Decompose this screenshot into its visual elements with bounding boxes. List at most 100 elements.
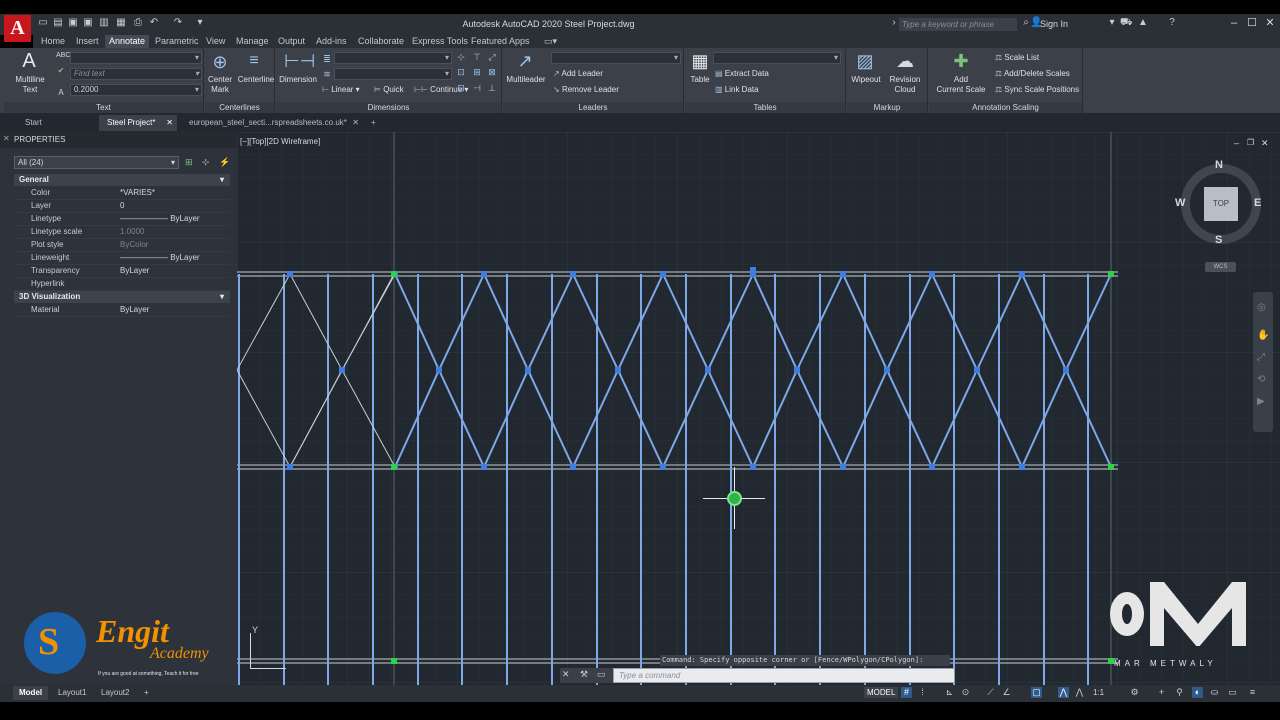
wcs-menu[interactable]: WCS	[1205, 262, 1236, 272]
centerline-icon[interactable]: ≡	[243, 52, 265, 70]
add-layout-icon[interactable]: +	[138, 686, 155, 700]
center-mark-label[interactable]: Center Mark	[205, 75, 235, 95]
compass-south[interactable]: S	[1215, 234, 1222, 246]
layout-tab-layout1[interactable]: Layout1	[52, 686, 92, 700]
multileader-style-combo[interactable]	[551, 52, 681, 64]
dim-tool-icon-6[interactable]: ⊠	[487, 67, 497, 78]
new-tab-icon[interactable]: +	[363, 115, 384, 131]
multileader-label[interactable]: Multileader	[503, 75, 549, 85]
clean-screen-icon[interactable]: ▭	[1227, 687, 1238, 698]
add-current-scale-icon[interactable]: ✚	[949, 51, 973, 72]
revision-cloud-icon[interactable]: ☁	[893, 51, 917, 72]
tab-express-tools[interactable]: Express Tools	[408, 35, 472, 48]
find-text-input[interactable]: Find text	[70, 68, 202, 80]
linear-button[interactable]: ⊢ Linear ▾	[322, 85, 360, 95]
quick-button[interactable]: ⊨ Quick	[374, 85, 404, 95]
grid-icon[interactable]: #	[901, 687, 912, 698]
sync-scale-button[interactable]: ⚖ Sync Scale Positions	[995, 85, 1079, 95]
text-style-icon[interactable]: ABC	[56, 52, 70, 59]
property-row-hyperlink[interactable]: Hyperlink	[14, 278, 230, 291]
add-current-scale-label[interactable]: Add Current Scale	[931, 75, 991, 95]
command-recent-icon[interactable]: ▭	[597, 669, 606, 680]
grip-bottom[interactable]	[1019, 464, 1025, 470]
file-tab-steel-project[interactable]: Steel Project* ✕	[99, 115, 177, 131]
wipeout-label[interactable]: Wipeout	[847, 75, 885, 85]
ortho-icon[interactable]: ⊾	[944, 687, 955, 698]
grip-bottom[interactable]	[840, 464, 846, 470]
grip-bottom[interactable]	[750, 464, 756, 470]
tab-view[interactable]: View	[202, 35, 229, 48]
multiline-text-label[interactable]: Multiline Text	[10, 75, 50, 95]
table-icon[interactable]: ▦	[689, 51, 711, 72]
polar-icon[interactable]: ⊙	[960, 687, 971, 698]
category-3d-visualization[interactable]: 3D Visualization ▾	[14, 291, 230, 303]
snap-icon[interactable]: ⁞	[917, 687, 928, 698]
grip-mid[interactable]	[794, 367, 800, 373]
property-row-layer[interactable]: Layer 0	[14, 200, 230, 213]
viewport-restore-icon[interactable]: ❐	[1247, 138, 1254, 147]
viewport-close-icon[interactable]: ✕	[1261, 138, 1269, 149]
toggle-pickadd-icon[interactable]: ⊞	[185, 157, 193, 168]
tab-annotate[interactable]: Annotate	[105, 35, 150, 48]
dim-tool-icon-9[interactable]: ⊥	[487, 83, 497, 94]
object-snap-icon[interactable]: ▢	[1031, 687, 1042, 698]
grip-top[interactable]	[840, 271, 846, 277]
showmotion-icon[interactable]: ▶	[1257, 396, 1265, 407]
panel-title-leaders[interactable]: Leaders	[503, 102, 683, 113]
property-value[interactable]: ByColor	[120, 240, 148, 249]
viewport-minimize-icon[interactable]: –	[1234, 138, 1239, 148]
revision-cloud-label[interactable]: Revision Cloud	[885, 75, 925, 95]
dimension-icon[interactable]: ⊢⊣	[284, 51, 315, 72]
dim-tool-icon-7[interactable]: ⊟	[456, 83, 466, 94]
compass-west[interactable]: W	[1175, 197, 1185, 209]
grip-mid[interactable]	[884, 367, 890, 373]
file-tab-european-steel[interactable]: european_steel_secti...rspreadsheets.co.…	[181, 115, 363, 131]
grip-bottom[interactable]	[929, 464, 935, 470]
text-style-combo[interactable]	[70, 52, 202, 64]
property-row-color[interactable]: Color *VARIES*	[14, 187, 230, 200]
wipeout-icon[interactable]: ▨	[853, 51, 877, 72]
scale-list-button[interactable]: ⚖ Scale List	[995, 53, 1039, 63]
dim-tool-icon-1[interactable]: ⊹	[456, 52, 466, 63]
grip-bottom[interactable]	[570, 464, 576, 470]
property-value[interactable]: *VARIES*	[120, 188, 155, 197]
property-value[interactable]: ByLayer	[120, 305, 149, 314]
cart-icon[interactable]: ⛟	[1120, 17, 1133, 29]
add-delete-scales-button[interactable]: ⚖ Add/Delete Scales	[995, 69, 1070, 79]
tab-add-ins[interactable]: Add-ins	[312, 35, 351, 48]
search-input[interactable]: Type a keyword or phrase	[899, 18, 1017, 31]
close-tab-icon[interactable]: ✕	[166, 115, 173, 131]
orbit-icon[interactable]: ⟲	[1257, 374, 1265, 385]
grip-mid[interactable]	[525, 367, 531, 373]
grip-mid[interactable]	[615, 367, 621, 373]
grip-endpoint[interactable]	[391, 464, 397, 470]
property-row-lineweight[interactable]: Lineweight —————— ByLayer	[14, 252, 230, 265]
annotation-visibility-icon[interactable]: ⋀	[1058, 687, 1069, 698]
grip-endpoint[interactable]	[1108, 464, 1114, 470]
panel-title-dimensions[interactable]: Dimensions	[276, 102, 501, 113]
category-general[interactable]: General ▾	[14, 174, 230, 186]
property-row-linetype-scale[interactable]: Linetype scale 1.0000	[14, 226, 230, 239]
grip-endpoint[interactable]	[391, 271, 397, 277]
link-data-button[interactable]: ▥ Link Data	[715, 85, 759, 95]
layout-tab-model[interactable]: Model	[13, 686, 49, 700]
minimize-icon[interactable]: –	[1228, 17, 1240, 29]
multileader-icon[interactable]: ↗	[513, 51, 537, 72]
viewcube-top-face[interactable]: TOP	[1204, 187, 1238, 221]
compass-east[interactable]: E	[1254, 197, 1261, 209]
check-spelling-icon[interactable]: ✔	[56, 66, 66, 75]
dim-tool-icon-8[interactable]: ⊣	[472, 83, 482, 94]
grip-bottom[interactable]	[660, 464, 666, 470]
property-row-plot-style[interactable]: Plot style ByColor	[14, 239, 230, 252]
sign-in-link[interactable]: Sign In	[1040, 19, 1068, 29]
viewport-controls[interactable]: [−][Top][2D Wireframe]	[240, 137, 320, 146]
table-style-combo[interactable]	[713, 52, 841, 64]
grip-mid[interactable]	[339, 367, 345, 373]
dim-tool-icon-5[interactable]: ⊞	[472, 67, 482, 78]
account-icon[interactable]: ▲	[1137, 17, 1149, 29]
dim-tool-icon-2[interactable]: ⊤	[472, 52, 482, 63]
text-height-combo[interactable]: 0.2000	[70, 84, 202, 96]
tab-output[interactable]: Output	[274, 35, 309, 48]
isolate-objects-icon[interactable]: ◐	[1192, 687, 1203, 698]
close-tab-icon[interactable]: ✕	[352, 115, 359, 131]
